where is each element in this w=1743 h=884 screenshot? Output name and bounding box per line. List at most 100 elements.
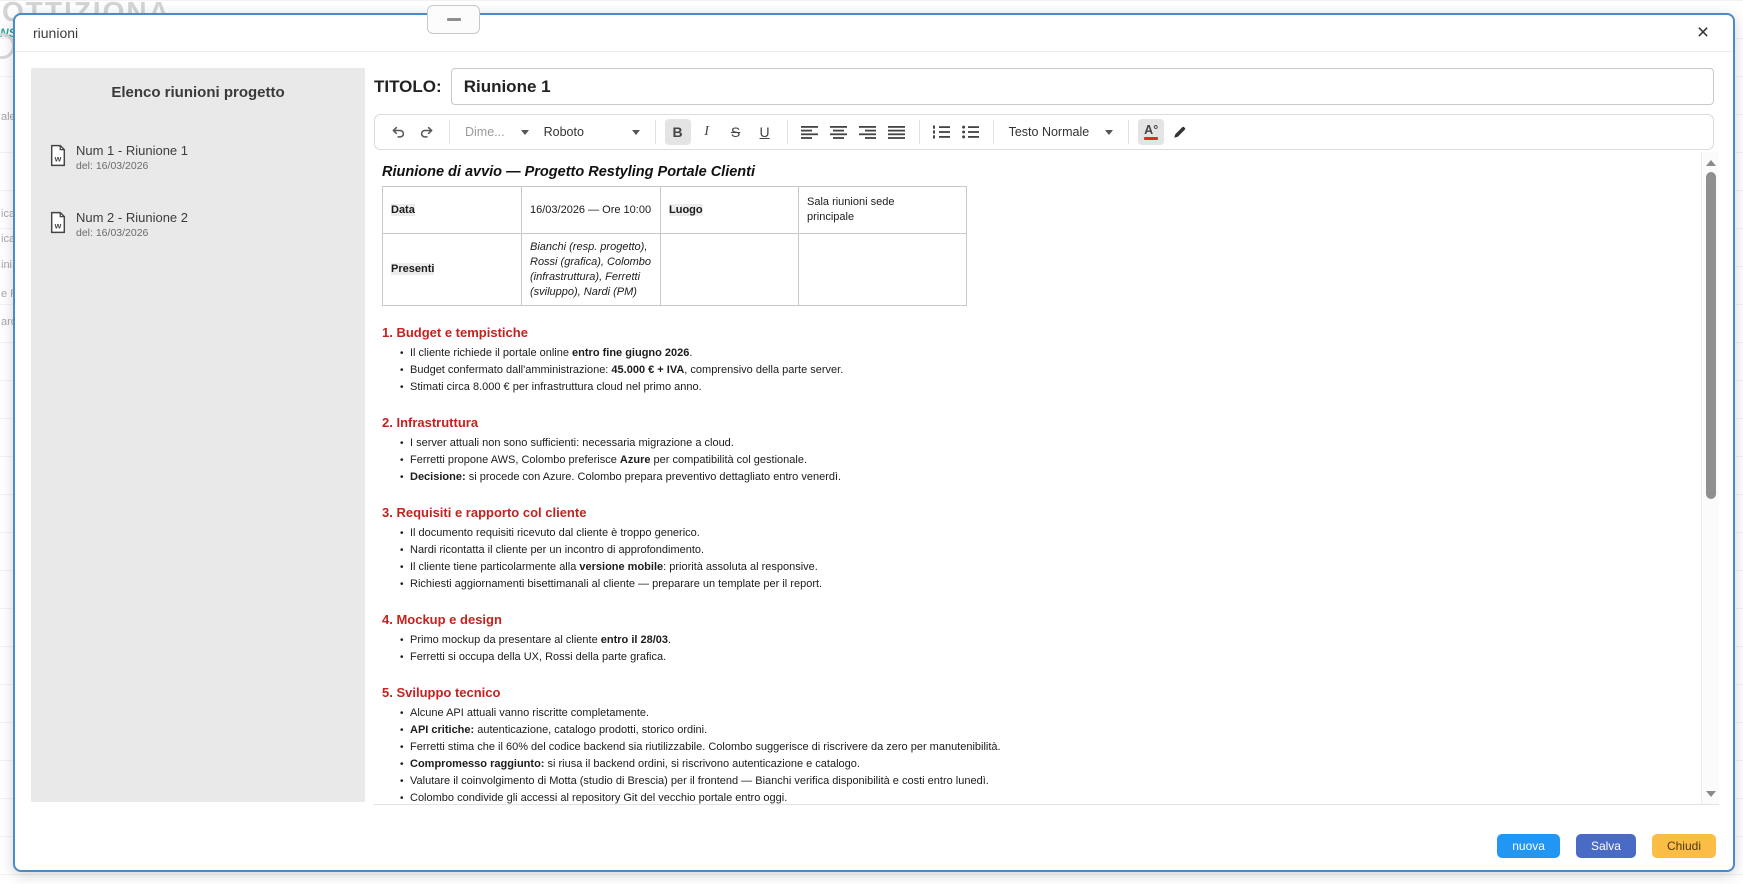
table-cell: Bianchi (resp. progetto), Rossi (grafica… xyxy=(522,234,661,306)
text-color-button[interactable]: A° xyxy=(1138,119,1164,145)
toolbar-separator xyxy=(655,120,656,144)
salva-button[interactable]: Salva xyxy=(1576,834,1636,858)
toolbar-separator xyxy=(787,120,788,144)
meeting-date: del: 16/03/2026 xyxy=(76,227,188,239)
title-label: TITOLO: xyxy=(374,77,442,97)
doc-section: 2. Infrastruttura I server attuali non so… xyxy=(382,415,1689,486)
font-size-select[interactable]: Dime... xyxy=(459,119,535,145)
background-text-fragment: ini xyxy=(1,259,12,271)
scroll-up-icon[interactable] xyxy=(1706,160,1716,166)
dash-icon xyxy=(447,18,461,21)
word-file-icon: w xyxy=(49,144,67,172)
bullet-line: Richiesti aggiornamenti bisettimanali al… xyxy=(382,576,1689,593)
sidebar-item-meeting[interactable]: w Num 1 - Riunione 1 del: 16/03/2026 xyxy=(31,135,365,180)
doc-sections: 1. Budget e tempistiche Il cliente richie… xyxy=(382,325,1689,805)
section-heading: 4. Mockup e design xyxy=(382,612,1689,627)
bullet-line: Stimati circa 8.000 € per infrastruttura… xyxy=(382,379,1689,396)
underline-button[interactable]: U xyxy=(752,119,778,145)
ordered-list-icon[interactable] xyxy=(929,119,955,145)
paragraph-style-select[interactable]: Testo Normale xyxy=(1003,119,1120,145)
section-heading: 5. Sviluppo tecnico xyxy=(382,685,1689,700)
strikethrough-button[interactable]: S xyxy=(723,119,749,145)
toolbar-separator xyxy=(449,120,450,144)
bullet-line: Nardi ricontatta il cliente per un incon… xyxy=(382,542,1689,559)
chevron-down-icon xyxy=(632,130,640,135)
bullet-line: Ferretti stima che il 60% del codice bac… xyxy=(382,739,1689,756)
editor-toolbar: Dime... Roboto B I S U xyxy=(374,114,1714,150)
doc-section: 5. Sviluppo tecnico Alcune API attuali va… xyxy=(382,685,1689,805)
align-right-icon[interactable] xyxy=(855,119,881,145)
bullet-line: API critiche: autenticazione, catalogo p… xyxy=(382,722,1689,739)
toolbar-separator xyxy=(919,120,920,144)
sidebar-header: Elenco riunioni progetto xyxy=(31,68,365,101)
bullet-line: Colombo condivide gli accessi al reposit… xyxy=(382,790,1689,805)
footer-buttons: nuova Salva Chiudi xyxy=(1497,834,1716,858)
screen: OTTIZIONA NS aleicaicainie Pard riunioni… xyxy=(0,0,1743,884)
table-cell: Data xyxy=(383,187,522,234)
align-left-icon[interactable] xyxy=(797,119,823,145)
riunioni-modal: riunioni × Elenco riunioni progetto w Nu… xyxy=(13,13,1735,872)
editor-content-area: Riunione di avvio — Progetto Restyling P… xyxy=(374,152,1719,805)
text-color-swatch xyxy=(1144,137,1158,140)
modal-header: riunioni × xyxy=(15,15,1733,52)
bullet-line: Primo mockup da presentare al cliente en… xyxy=(382,632,1689,649)
meeting-title: Num 1 - Riunione 1 xyxy=(76,143,188,158)
bullet-line: Il cliente tiene particolarmente alla ve… xyxy=(382,559,1689,576)
modal-title: riunioni xyxy=(33,25,78,41)
section-heading: 3. Requisiti e rapporto col cliente xyxy=(382,505,1689,520)
document-editor[interactable]: Riunione di avvio — Progetto Restyling P… xyxy=(382,152,1689,805)
document-heading: Riunione di avvio — Progetto Restyling P… xyxy=(382,164,1689,180)
highlighter-pen-icon[interactable] xyxy=(1167,119,1193,145)
font-family-select[interactable]: Roboto xyxy=(538,119,646,145)
scrollbar-thumb[interactable] xyxy=(1706,172,1716,499)
svg-text:w: w xyxy=(54,220,62,230)
section-heading: 2. Infrastruttura xyxy=(382,415,1689,430)
table-cell: Sala riunioni sede principale xyxy=(799,187,967,234)
editor-panel: TITOLO: Dime... Roboto xyxy=(374,68,1719,805)
bullet-line: Valutare il coinvolgimento di Motta (stu… xyxy=(382,773,1689,790)
title-input[interactable] xyxy=(451,68,1714,105)
chevron-down-icon xyxy=(1105,130,1113,135)
meetings-sidebar: Elenco riunioni progetto w Num 1 - Riuni… xyxy=(31,68,365,802)
doc-section: 3. Requisiti e rapporto col cliente Il do… xyxy=(382,505,1689,593)
chiudi-button[interactable]: Chiudi xyxy=(1652,834,1716,858)
table-cell: Luogo xyxy=(661,187,799,234)
meeting-date: del: 16/03/2026 xyxy=(76,160,188,172)
bold-button[interactable]: B xyxy=(665,119,691,145)
unordered-list-icon[interactable] xyxy=(958,119,984,145)
table-cell: Presenti xyxy=(383,234,522,306)
doc-table: Data16/03/2026 — Ore 10:00LuogoSala riun… xyxy=(382,186,967,306)
table-cell: 16/03/2026 — Ore 10:00 xyxy=(522,187,661,234)
bullet-line: Il documento requisiti ricevuto dal clie… xyxy=(382,525,1689,542)
meeting-title: Num 2 - Riunione 2 xyxy=(76,210,188,225)
table-row: Data16/03/2026 — Ore 10:00LuogoSala riun… xyxy=(383,187,967,234)
align-center-icon[interactable] xyxy=(826,119,852,145)
sidebar-item-meeting[interactable]: w Num 2 - Riunione 2 del: 16/03/2026 xyxy=(31,202,365,247)
chevron-down-icon xyxy=(521,130,529,135)
table-row: PresentiBianchi (resp. progetto), Rossi … xyxy=(383,234,967,306)
doc-section: 4. Mockup e design Primo mockup da presen… xyxy=(382,612,1689,666)
minimized-window-control xyxy=(427,5,480,34)
bullet-line: Ferretti propone AWS, Colombo preferisce… xyxy=(382,452,1689,469)
bullet-line: Compromesso raggiunto: si riusa il backe… xyxy=(382,756,1689,773)
redo-icon[interactable] xyxy=(414,119,440,145)
doc-section: 1. Budget e tempistiche Il cliente richie… xyxy=(382,325,1689,396)
toolbar-separator xyxy=(993,120,994,144)
title-row: TITOLO: xyxy=(374,68,1714,105)
align-justify-icon[interactable] xyxy=(884,119,910,145)
close-icon[interactable]: × xyxy=(1689,19,1717,47)
scroll-down-icon[interactable] xyxy=(1706,791,1716,797)
table-cell xyxy=(661,234,799,306)
bullet-line: Alcune API attuali vanno riscritte compl… xyxy=(382,705,1689,722)
bullet-line: Budget confermato dall'amministrazione: … xyxy=(382,362,1689,379)
bullet-line: I server attuali non sono sufficienti: n… xyxy=(382,435,1689,452)
sidebar-list: w Num 1 - Riunione 1 del: 16/03/2026 w N… xyxy=(31,135,365,247)
bullet-line: Il cliente richiede il portale online en… xyxy=(382,345,1689,362)
word-file-icon: w xyxy=(49,211,67,239)
editor-scrollbar[interactable] xyxy=(1701,152,1719,805)
undo-icon[interactable] xyxy=(385,119,411,145)
nuova-button[interactable]: nuova xyxy=(1497,834,1560,858)
italic-button[interactable]: I xyxy=(694,119,720,145)
svg-text:w: w xyxy=(54,153,62,163)
section-heading: 1. Budget e tempistiche xyxy=(382,325,1689,340)
